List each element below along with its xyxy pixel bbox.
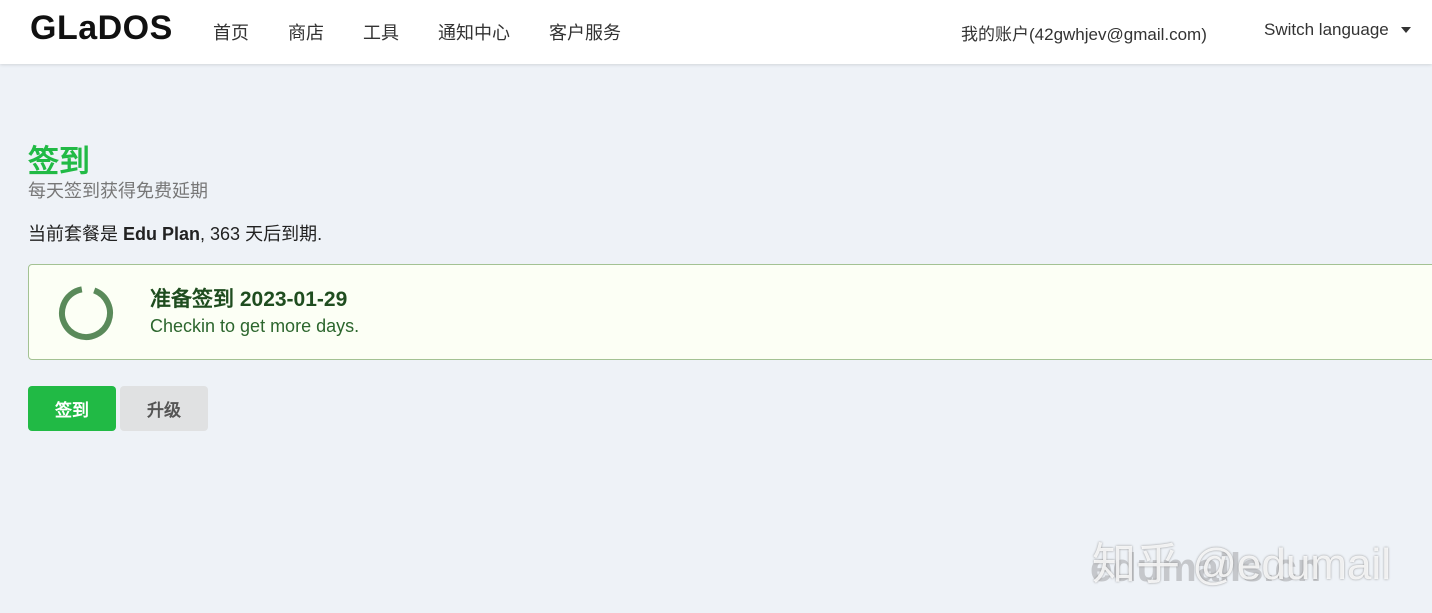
upgrade-button[interactable]: 升级 xyxy=(120,386,208,431)
language-label: Switch language xyxy=(1264,20,1389,39)
checkin-button[interactable]: 签到 xyxy=(28,386,116,431)
loading-spinner-icon xyxy=(59,286,113,340)
plan-prefix: 当前套餐是 xyxy=(28,224,124,244)
page-title: 签到 xyxy=(28,144,90,179)
nav-item-home[interactable]: 首页 xyxy=(213,19,249,45)
watermark-zhihu: 知乎 @edumail xyxy=(1092,540,1391,589)
plan-suffix: , 363 天后到期. xyxy=(200,224,323,244)
checkin-message-card: 准备签到 2023-01-29 Checkin to get more days… xyxy=(28,264,1432,360)
nav-item-shop[interactable]: 商店 xyxy=(288,19,324,45)
account-menu[interactable]: 我的账户(42gwhjev@gmail.com) xyxy=(961,20,1207,45)
top-navbar: GLaDOS 首页 商店 工具 通知中心 客户服务 我的账户(42gwhjev@… xyxy=(0,0,1432,64)
nav-item-support[interactable]: 客户服务 xyxy=(549,19,621,45)
plan-status: 当前套餐是 Edu Plan, 363 天后到期. xyxy=(28,220,322,246)
checkin-card-title: 准备签到 2023-01-29 xyxy=(150,288,348,311)
language-switcher[interactable]: Switch language xyxy=(1264,20,1411,40)
nav-item-notifications[interactable]: 通知中心 xyxy=(438,19,510,45)
nav-item-tools[interactable]: 工具 xyxy=(363,19,399,45)
page-subtitle: 每天签到获得免费延期 xyxy=(28,181,208,201)
brand-logo[interactable]: GLaDOS xyxy=(30,9,173,48)
plan-name: Edu Plan xyxy=(123,224,201,244)
checkin-card-description: Checkin to get more days. xyxy=(150,316,360,336)
main-nav: 首页 商店 工具 通知中心 客户服务 xyxy=(213,0,660,64)
caret-down-icon xyxy=(1400,27,1411,33)
